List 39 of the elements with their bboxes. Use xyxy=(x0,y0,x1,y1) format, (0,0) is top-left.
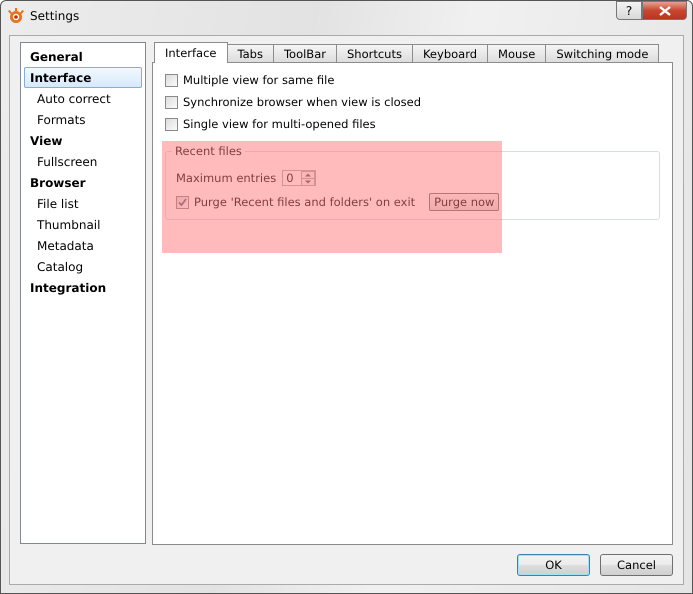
tree-item[interactable]: File list xyxy=(24,193,142,214)
tree-item[interactable]: View xyxy=(24,130,142,151)
tab[interactable]: Tabs xyxy=(226,44,274,62)
tree-item[interactable]: Browser xyxy=(24,172,142,193)
eye-logo-icon xyxy=(8,8,24,24)
checkbox-label: Synchronize browser when view is closed xyxy=(183,95,422,109)
help-button[interactable]: ? xyxy=(616,1,642,20)
spin-arrows-icon[interactable] xyxy=(301,170,316,186)
checkbox[interactable] xyxy=(165,74,178,86)
checkbox-label: Single view for multi-opened files xyxy=(183,117,376,131)
tab[interactable]: ToolBar xyxy=(272,44,337,62)
checkbox-label: Multiple view for same file xyxy=(183,73,334,87)
tree-item[interactable]: Metadata xyxy=(24,235,142,256)
tree-item[interactable]: Fullscreen xyxy=(24,151,142,172)
tree-item[interactable]: Formats xyxy=(24,109,142,130)
tab[interactable]: Switching mode xyxy=(545,44,660,62)
tree-item[interactable]: Integration xyxy=(24,277,142,298)
tab[interactable]: Shortcuts xyxy=(336,44,413,62)
checkbox[interactable] xyxy=(165,118,178,130)
group-title: Recent files xyxy=(172,144,245,158)
dialog-button[interactable]: OK xyxy=(517,554,590,576)
checkbox[interactable] xyxy=(176,196,189,208)
close-button[interactable] xyxy=(642,1,687,20)
checkbox-label: Purge 'Recent files and folders' on exit xyxy=(194,195,416,209)
spin-field[interactable]: 0 xyxy=(282,170,316,186)
dialog-button[interactable]: Cancel xyxy=(600,554,673,576)
tree-item[interactable]: Thumbnail xyxy=(24,214,142,235)
tab[interactable]: Keyboard xyxy=(412,44,488,62)
tree-item[interactable]: Interface xyxy=(24,67,142,88)
tree-item[interactable]: Catalog xyxy=(24,256,142,277)
close-icon xyxy=(658,6,672,16)
tree-item[interactable]: General xyxy=(24,46,142,67)
tab[interactable]: Mouse xyxy=(487,44,546,62)
purge-now-button[interactable]: Purge now xyxy=(429,193,500,211)
field-label: Maximum entries xyxy=(176,171,276,185)
checkbox[interactable] xyxy=(165,96,178,108)
tree-item[interactable]: Auto correct xyxy=(24,88,142,109)
window-title: Settings xyxy=(30,9,80,23)
tab[interactable]: Interface xyxy=(154,42,228,63)
